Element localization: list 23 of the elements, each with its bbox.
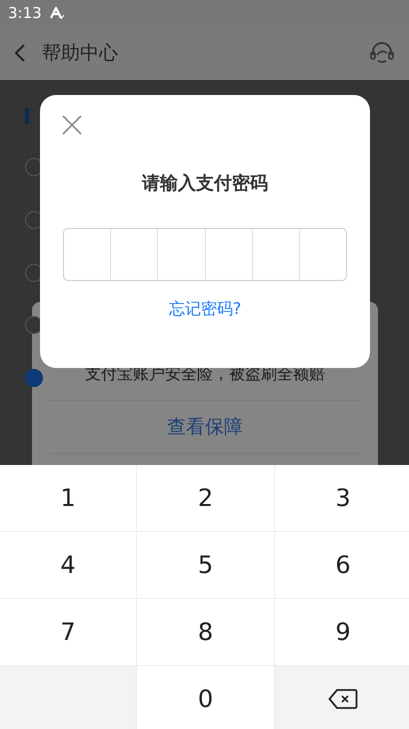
section-marker (25, 108, 29, 124)
digit-key[interactable]: 0 (137, 666, 274, 729)
backspace-key[interactable] (275, 666, 409, 729)
radio-button[interactable] (25, 369, 43, 388)
digit-key[interactable]: 8 (137, 599, 274, 665)
forgot-password-link[interactable]: 忘记密码? (168, 299, 242, 320)
digit-key[interactable]: 1 (0, 465, 136, 531)
digit-key[interactable]: 2 (137, 465, 274, 531)
backspace-icon (328, 688, 358, 710)
notification-icon (50, 6, 64, 18)
page-title: 帮助中心 (42, 40, 118, 66)
digit-key[interactable]: 3 (275, 465, 409, 531)
digit-key[interactable]: 9 (275, 599, 409, 665)
digit-key[interactable]: 7 (0, 599, 136, 665)
digit-key[interactable]: 4 (0, 532, 136, 598)
pin-input[interactable] (63, 228, 347, 281)
dialog-title: 请输入支付密码 (142, 172, 268, 196)
status-time: 3:13 (8, 4, 42, 22)
digit-key[interactable]: 5 (137, 532, 274, 598)
headset-icon[interactable] (369, 40, 395, 64)
back-icon[interactable] (14, 42, 26, 62)
close-icon[interactable] (62, 115, 82, 135)
digit-key[interactable]: 6 (275, 532, 409, 598)
